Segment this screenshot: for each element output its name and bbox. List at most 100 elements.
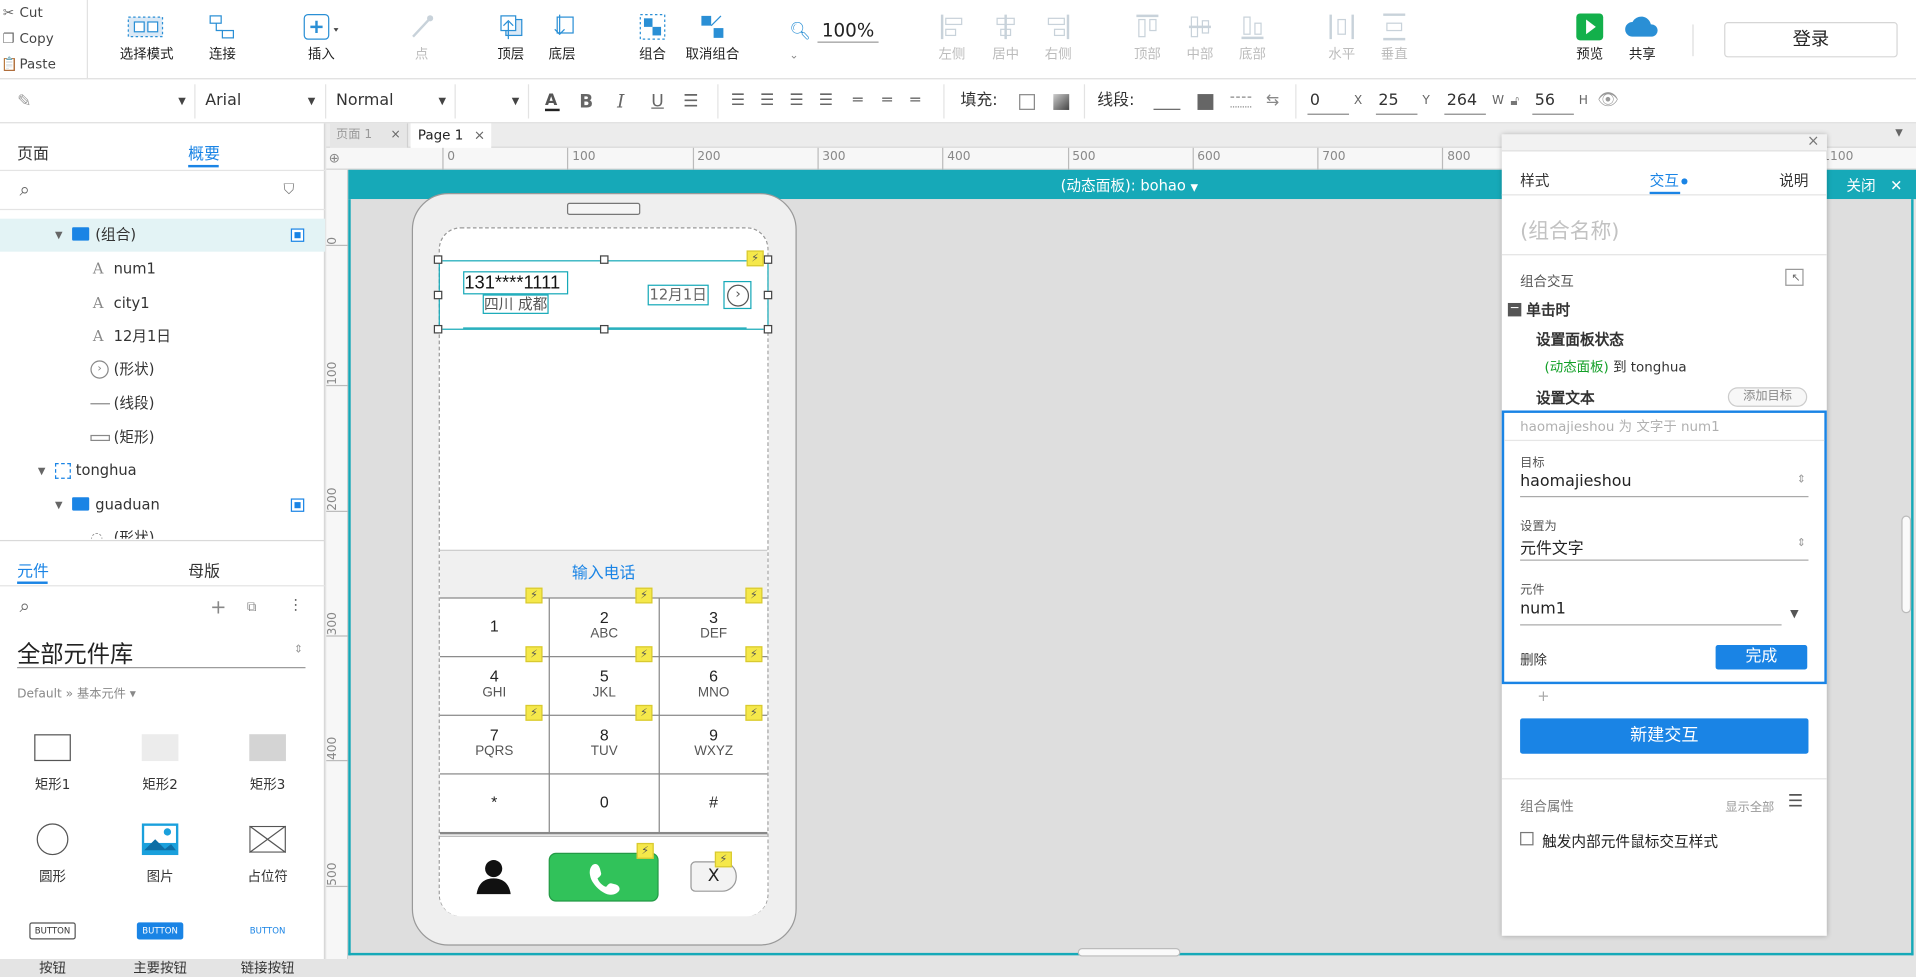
valign-bottom-icon[interactable]: ═ — [910, 79, 920, 123]
widget-item[interactable]: 图片 — [121, 820, 199, 886]
tree-item-shape[interactable]: › (形状) — [0, 353, 325, 386]
resize-handle[interactable] — [433, 290, 443, 300]
target-select[interactable]: haomajieshou ⇕ — [1520, 473, 1809, 498]
x-input[interactable]: 0 — [1307, 88, 1350, 115]
vertical-scrollbar[interactable] — [1901, 515, 1912, 614]
close-inspector-icon[interactable]: × — [1807, 132, 1819, 149]
widget-item[interactable]: 矩形1 — [13, 728, 91, 794]
align-center-button[interactable]: 居中 — [985, 10, 1027, 64]
login-button[interactable]: 登录 — [1724, 21, 1898, 58]
resize-handle[interactable] — [599, 255, 609, 264]
font-family-select[interactable]: Arial ▼ — [205, 79, 315, 123]
new-interaction-button[interactable]: 新建交互 — [1520, 718, 1809, 754]
show-all-link[interactable]: 显示全部 — [1725, 797, 1774, 814]
tabs-dropdown-icon[interactable]: ▼ — [1895, 127, 1903, 138]
tree-item-group[interactable]: ▼ (组合) — [0, 218, 326, 252]
on-click-event[interactable]: 单击时 — [1526, 299, 1570, 320]
close-tab-icon[interactable]: × — [391, 123, 401, 147]
underline-icon[interactable]: U — [651, 79, 664, 123]
style-selector[interactable]: ✎ ▼ — [17, 79, 186, 123]
resize-handle[interactable] — [763, 255, 773, 264]
tab-masters[interactable]: 母版 — [188, 558, 220, 581]
add-target-button[interactable]: 添加目标 — [1727, 387, 1808, 407]
width-input[interactable]: 264 — [1444, 88, 1486, 115]
connect-button[interactable]: 连接 — [191, 10, 255, 64]
tree-item-shape-2[interactable]: ◌ (形状) — [0, 522, 325, 539]
font-style-select[interactable]: Normal ▼ — [336, 79, 446, 123]
align-bottom-button[interactable]: 底部 — [1232, 10, 1274, 64]
close-tab-icon[interactable]: × — [474, 123, 485, 147]
cut-item[interactable]: ✂ Cut — [0, 0, 87, 26]
chevron-down-icon[interactable]: ▼ — [1790, 608, 1798, 620]
align-left-button[interactable]: 左侧 — [931, 10, 973, 64]
align-top-button[interactable]: 顶部 — [1127, 10, 1169, 64]
font-size-select[interactable]: ▼ — [464, 79, 520, 123]
share-button[interactable]: 共享 — [1618, 10, 1667, 64]
panel-state-selector[interactable]: (动态面板): bohao ▼ — [1061, 175, 1198, 196]
tab-page-1[interactable]: Page 1 × — [410, 123, 492, 150]
more-options-icon[interactable]: ⋮ — [288, 596, 303, 613]
align-text-left-icon[interactable]: ☰ — [731, 79, 745, 123]
preview-button[interactable]: 预览 — [1569, 10, 1611, 64]
mouse-style-checkbox[interactable] — [1520, 831, 1534, 846]
tree-item-city1[interactable]: Acity1 — [0, 287, 325, 320]
horizontal-scrollbar[interactable] — [1077, 948, 1181, 957]
expand-editor-icon[interactable]: ↖ — [1785, 268, 1804, 286]
collapse-icon[interactable]: − — [1507, 302, 1522, 317]
widget-item[interactable]: BUTTON 链接按钮 — [229, 911, 307, 977]
lock-icon[interactable]: 🔓︎ — [1510, 93, 1519, 110]
send-to-back-button[interactable]: 底层 — [538, 10, 587, 64]
search-icon[interactable]: ⌕ — [20, 178, 30, 200]
detail-arrow-button[interactable]: › — [723, 280, 752, 310]
filter-icon[interactable]: ⛉ — [283, 181, 294, 199]
distribute-vertical-button[interactable]: 垂直 — [1373, 10, 1415, 64]
ungroup-button[interactable]: 取消组合 — [682, 10, 743, 64]
resize-handle[interactable] — [763, 324, 773, 334]
tree-item-num1[interactable]: Anum1 — [0, 253, 325, 286]
resize-handle[interactable] — [433, 255, 443, 264]
group-name-input[interactable]: (组合名称) — [1520, 214, 1619, 244]
tab-outline[interactable]: 概要 — [188, 140, 220, 163]
action-set-text[interactable]: 设置文本 — [1536, 387, 1595, 408]
zoom-control[interactable]: 🔍︎ 100% ⌄ — [789, 19, 880, 62]
height-input[interactable]: 56 — [1532, 88, 1574, 115]
keypad-key[interactable]: * — [439, 774, 549, 832]
paste-item[interactable]: 📋 Paste — [0, 51, 87, 77]
city-text[interactable]: 四川 成都 — [482, 294, 549, 314]
resize-handle[interactable] — [763, 290, 773, 300]
add-library-icon[interactable]: + — [210, 595, 226, 618]
tree-item-line[interactable]: (线段) — [0, 387, 325, 420]
align-middle-button[interactable]: 中部 — [1179, 10, 1221, 64]
align-right-button[interactable]: 右侧 — [1037, 10, 1079, 64]
add-action-icon[interactable]: + — [1537, 688, 1549, 705]
visibility-eye-icon[interactable]: 👁︎ — [1597, 90, 1619, 110]
resize-handle[interactable] — [433, 324, 443, 334]
fill-color-swatch[interactable] — [1019, 94, 1035, 110]
tree-item-date[interactable]: A 12月1日 — [0, 320, 325, 353]
tab-page-1-cn[interactable]: 页面 1 × — [329, 123, 409, 148]
date-text[interactable]: 12月1日 — [647, 284, 709, 306]
line-pattern-icon[interactable] — [1230, 96, 1252, 108]
arrow-style-icon[interactable]: ⇆ — [1266, 79, 1279, 123]
tab-widgets[interactable]: 元件 — [17, 558, 49, 581]
tree-item-tonghua[interactable]: ▼ tonghua — [0, 454, 325, 487]
widget-item[interactable]: BUTTON 按钮 — [13, 911, 91, 977]
valign-middle-icon[interactable]: ═ — [882, 79, 892, 123]
widget-item[interactable]: 占位符 — [229, 820, 307, 886]
keypad-key[interactable]: 9 WXYZ — [659, 715, 768, 774]
widget-item[interactable]: 矩形2 — [121, 728, 199, 794]
resize-handle[interactable] — [599, 324, 609, 334]
align-text-justify-icon[interactable]: ☰ — [819, 79, 833, 123]
point-button[interactable]: 点 — [397, 10, 446, 64]
tree-item-rect[interactable]: (矩形) — [0, 421, 325, 454]
valign-top-icon[interactable]: ═ — [853, 79, 863, 123]
keypad-key[interactable]: 0 — [549, 774, 659, 832]
library-select[interactable]: 全部元件库 ⇕ — [17, 636, 306, 669]
widget-select[interactable]: num1 — [1520, 600, 1782, 626]
contacts-person-icon[interactable] — [476, 858, 511, 895]
y-input[interactable]: 25 — [1375, 88, 1418, 115]
tab-style[interactable]: 样式 — [1520, 170, 1549, 191]
tab-notes[interactable]: 说明 — [1779, 170, 1808, 191]
keypad-key[interactable]: 8 TUV — [549, 715, 659, 774]
done-button[interactable]: 完成 — [1715, 645, 1808, 670]
